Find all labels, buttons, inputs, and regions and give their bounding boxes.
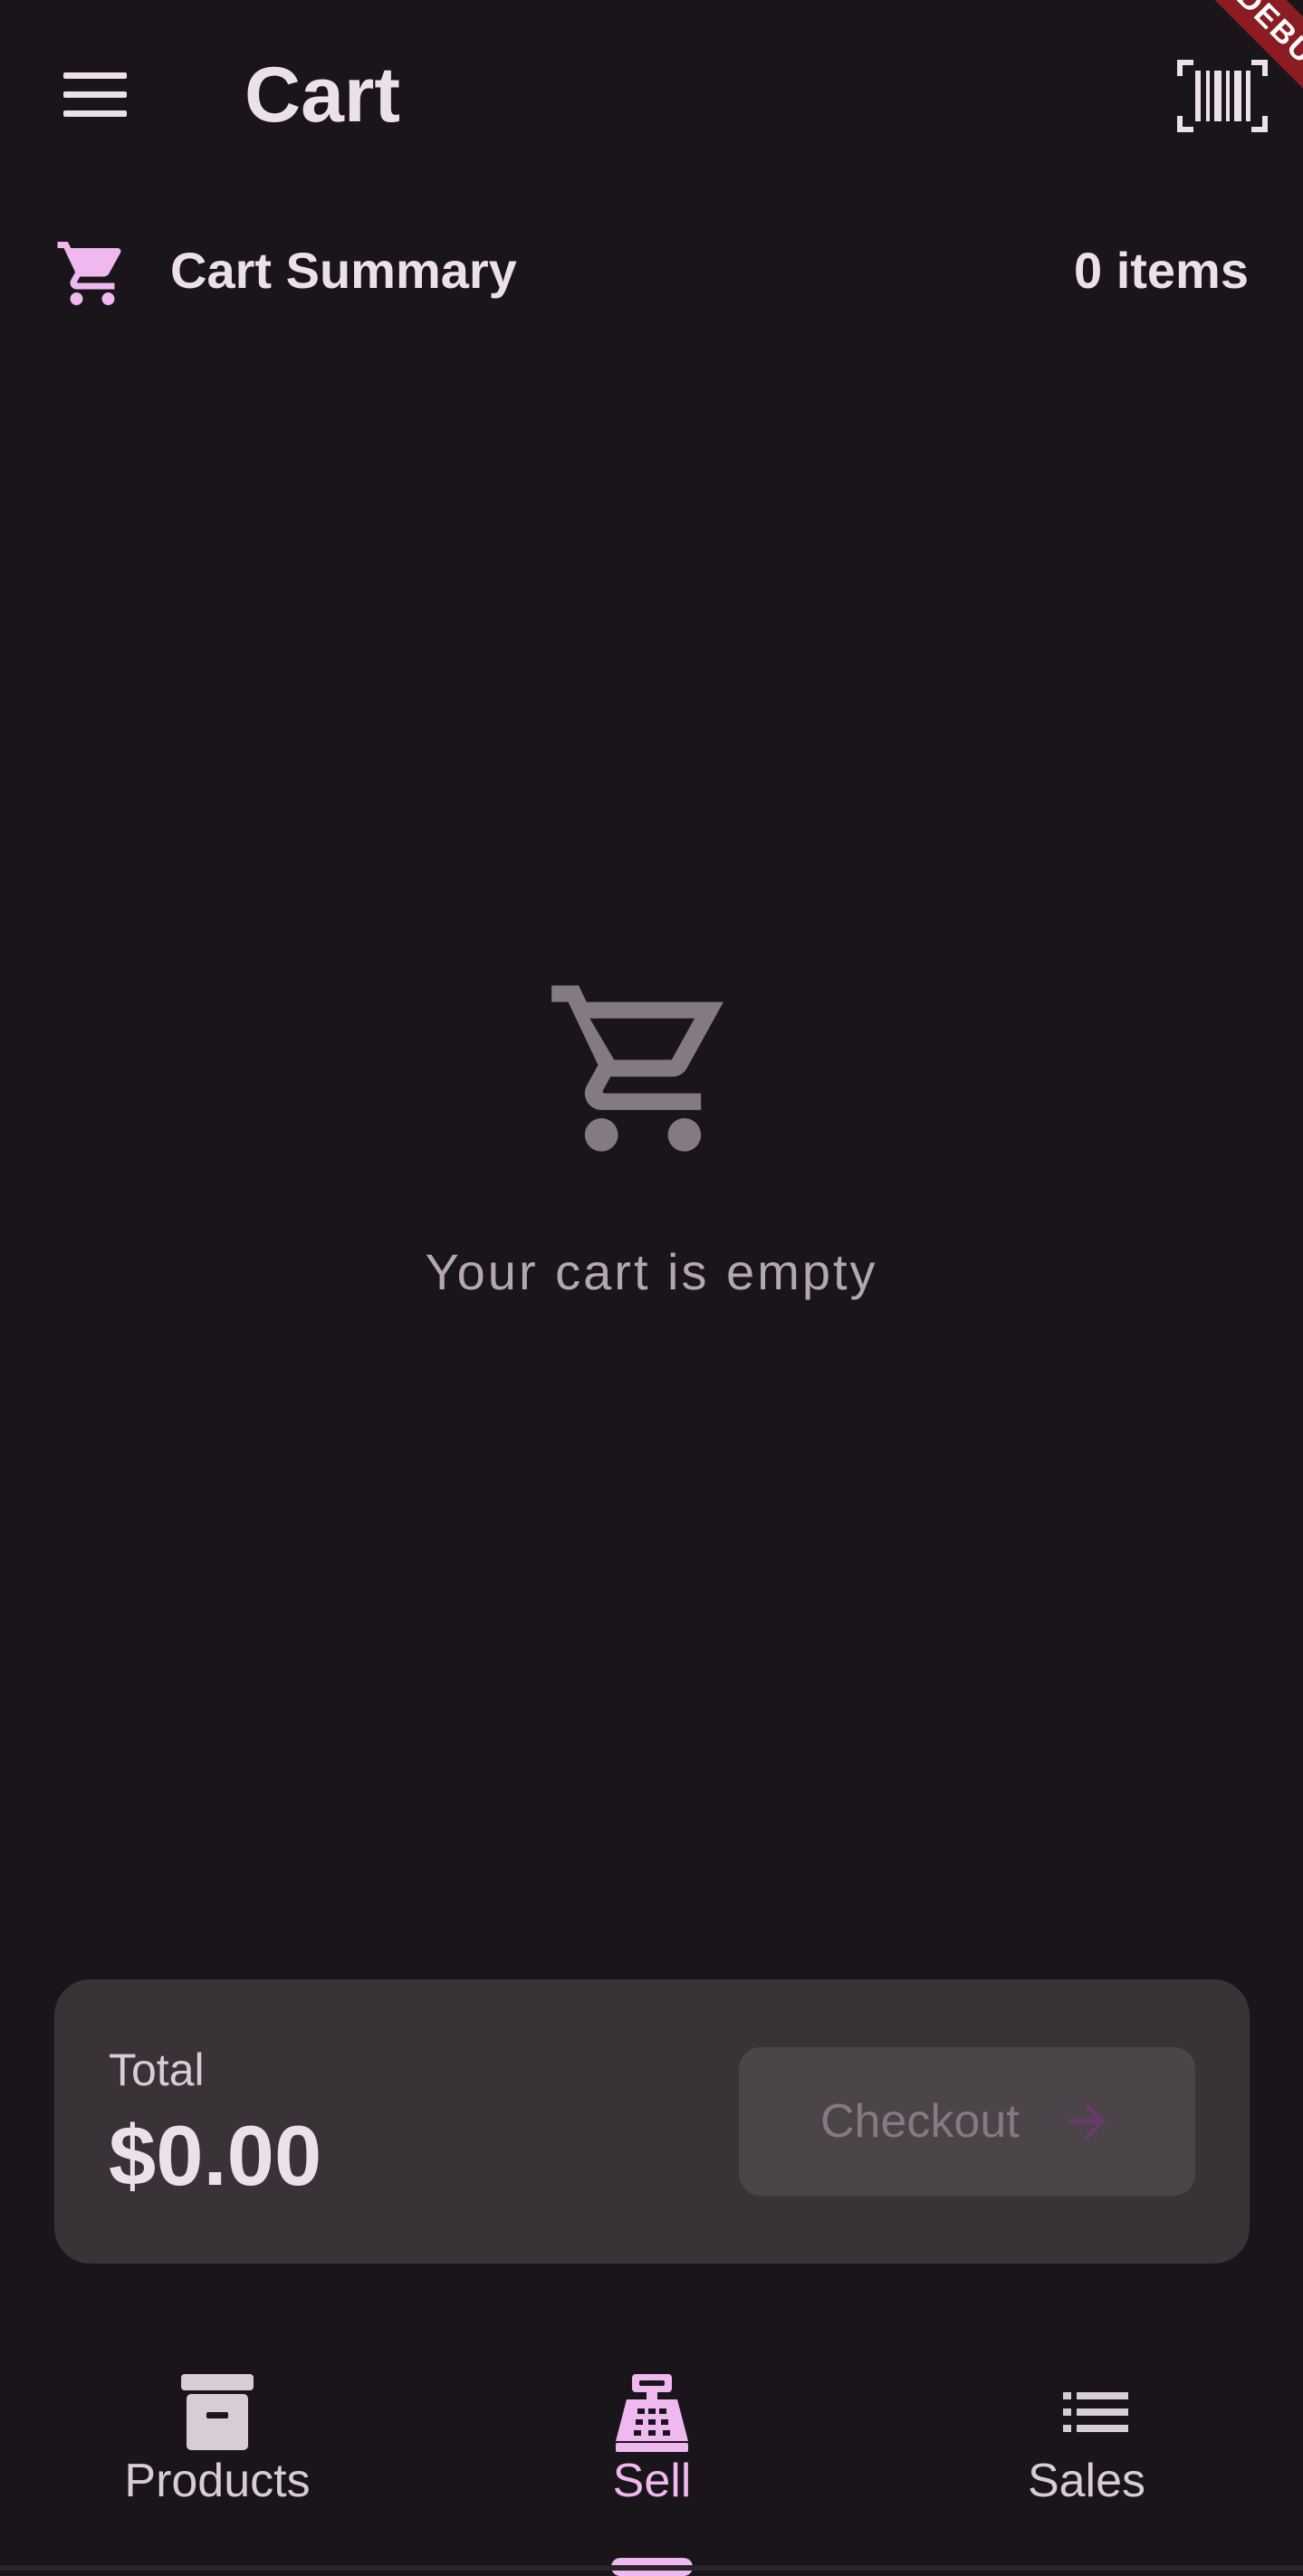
shopping-cart-icon (57, 242, 121, 305)
cart-summary-header: Cart Summary 0 items (0, 217, 1303, 326)
hamburger-menu-icon-line (63, 72, 127, 79)
bottom-navigation: Products Sell Sales (0, 2336, 1303, 2576)
hamburger-menu-icon-line (63, 91, 127, 98)
total-card: Total $0.00 Checkout (54, 1979, 1250, 2264)
hamburger-menu-icon-line (63, 110, 127, 117)
app-bar: Cart (0, 0, 1303, 190)
cart-summary-title: Cart Summary (170, 242, 517, 299)
cart-items-count: 0 items (1074, 242, 1249, 299)
menu-button[interactable] (54, 63, 136, 127)
checkout-label: Checkout (820, 2095, 1020, 2148)
nav-label-sales: Sales (1027, 2455, 1146, 2507)
arrow-forward-icon (1069, 2103, 1106, 2140)
nav-label-sell: Sell (612, 2455, 692, 2507)
archive-box-icon (181, 2374, 254, 2450)
nav-label-products: Products (124, 2455, 311, 2507)
total-label: Total (109, 2045, 205, 2095)
nav-item-sell[interactable]: Sell (435, 2336, 869, 2576)
debug-banner-label: DEBUG (1183, 0, 1303, 127)
page-title: Cart (244, 52, 401, 139)
shopping-cart-icon (551, 985, 723, 1152)
cash-register-icon (616, 2374, 688, 2452)
total-amount: $0.00 (109, 2108, 322, 2203)
gesture-bar-divider (0, 2565, 1303, 2571)
nav-item-sales[interactable]: Sales (869, 2336, 1303, 2571)
list-icon (1063, 2392, 1128, 2432)
empty-cart-state: Your cart is empty (0, 969, 1303, 1331)
debug-banner: DEBUG (1176, 0, 1303, 127)
nav-item-products[interactable]: Products (0, 2336, 435, 2571)
checkout-button[interactable]: Checkout (739, 2047, 1195, 2196)
empty-cart-message: Your cart is empty (425, 1243, 878, 1300)
